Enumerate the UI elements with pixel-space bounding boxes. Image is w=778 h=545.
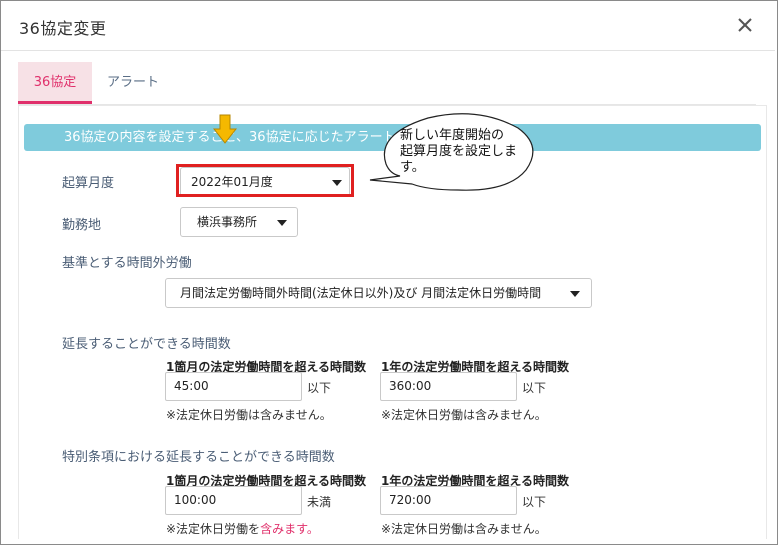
extension-section-label: 延長することができる時間数	[62, 337, 231, 352]
base-overtime-label: 基準とする時間外労働	[62, 256, 192, 271]
special-yearly-suffix: 以下	[522, 495, 547, 509]
extension-yearly-input[interactable]: 360:00	[380, 372, 517, 401]
tab-36-agreement[interactable]: 36協定	[18, 62, 92, 104]
dialog-title: 36協定変更	[19, 19, 107, 38]
special-monthly-note: ※法定休日労働を含みます。	[166, 520, 319, 537]
close-icon	[738, 18, 752, 32]
extension-monthly-note: ※法定休日労働は含みません。	[166, 408, 332, 422]
chevron-down-icon	[277, 220, 287, 226]
callout-text: 新しい年度開始の 起算月度を設定しま す。	[400, 128, 530, 176]
base-overtime-value: 月間法定労働時間外時間(法定休日以外)及び 月間法定休日労働時間	[180, 286, 542, 300]
highlight-box	[176, 164, 354, 197]
close-button[interactable]	[731, 11, 759, 39]
extension-monthly-suffix: 以下	[307, 381, 332, 395]
workplace-value: 横浜事務所	[197, 215, 258, 229]
tab-alert[interactable]: アラート	[106, 62, 160, 104]
arrow-down-icon	[213, 114, 237, 144]
tab-bar: 36協定 アラート	[18, 62, 756, 105]
special-monthly-input[interactable]: 100:00	[165, 486, 302, 515]
special-monthly-note-highlight: 含みます。	[260, 522, 319, 536]
special-monthly-suffix: 未満	[307, 495, 332, 509]
start-month-label: 起算月度	[62, 176, 115, 191]
special-yearly-note: ※法定休日労働は含みません。	[381, 522, 547, 536]
special-section-label: 特別条項における延長することができる時間数	[62, 450, 335, 465]
dialog-header: 36協定変更	[1, 1, 775, 51]
extension-yearly-note: ※法定休日労働は含みません。	[381, 408, 547, 422]
base-overtime-select[interactable]: 月間法定労働時間外時間(法定休日以外)及び 月間法定休日労働時間	[165, 278, 592, 308]
callout-line-3: す。	[400, 160, 425, 175]
callout-line-1: 新しい年度開始の	[400, 128, 505, 143]
workplace-label: 勤務地	[62, 218, 102, 233]
extension-yearly-suffix: 以下	[522, 381, 547, 395]
workplace-select[interactable]: 横浜事務所	[180, 207, 298, 237]
chevron-down-icon	[570, 291, 580, 297]
callout-line-2: 起算月度を設定しま	[400, 144, 518, 159]
extension-monthly-input[interactable]: 45:00	[165, 372, 302, 401]
special-monthly-note-prefix: ※法定休日労働を	[166, 522, 261, 536]
special-yearly-input[interactable]: 720:00	[380, 486, 517, 515]
